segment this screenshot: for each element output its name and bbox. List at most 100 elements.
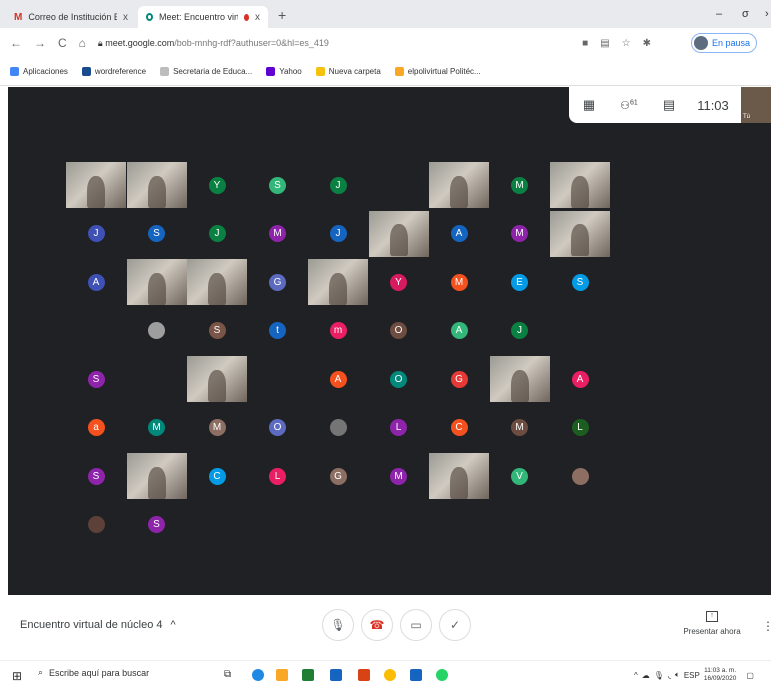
participant-avatar[interactable]: A — [450, 225, 468, 242]
bookmark-wordreference[interactable]: wordreference — [81, 67, 146, 76]
present-now-button[interactable]: ↑ Presentar ahora — [680, 611, 744, 636]
participant-avatar[interactable]: M — [450, 273, 468, 291]
store-icon[interactable] — [330, 669, 342, 681]
participant-avatar[interactable]: a — [87, 419, 105, 436]
excel-icon[interactable] — [302, 669, 314, 681]
participant-avatar[interactable]: M — [390, 467, 407, 485]
participant-avatar[interactable]: A — [450, 322, 468, 339]
bookmark-yahoo[interactable]: Yahoo — [266, 67, 302, 76]
taskbar-search[interactable]: ⌕ Escribe aquí para buscar — [38, 667, 149, 678]
participant-video-tile[interactable] — [368, 210, 429, 257]
participant-avatar[interactable]: Y — [208, 176, 226, 194]
camera-icon[interactable]: ■ — [582, 38, 588, 49]
close-button[interactable]: › — [765, 8, 769, 20]
reload-icon[interactable]: C — [58, 36, 67, 50]
participant-avatar[interactable]: S — [87, 467, 105, 485]
participant-avatar[interactable]: t — [269, 322, 286, 339]
participant-avatar[interactable]: J — [329, 176, 347, 194]
windows-start-icon[interactable]: ⊞ — [12, 669, 22, 683]
participant-video-tile[interactable] — [187, 259, 247, 305]
participant-avatar[interactable]: S — [148, 516, 165, 533]
participant-video-tile[interactable] — [126, 162, 187, 208]
participant-video-tile[interactable] — [429, 453, 489, 499]
participant-avatar[interactable]: V — [511, 467, 528, 485]
participant-video-tile[interactable] — [187, 356, 247, 402]
participant-avatar[interactable]: J — [329, 225, 347, 242]
participant-avatar[interactable] — [87, 516, 105, 533]
participant-avatar[interactable]: A — [87, 273, 105, 291]
volume-icon[interactable]: 🔈︎ — [675, 670, 680, 680]
participant-video-tile[interactable] — [126, 259, 187, 305]
grid-layout-icon[interactable]: ▦ — [569, 97, 609, 113]
participant-avatar[interactable]: A — [329, 370, 347, 388]
check-button[interactable]: ✓ — [439, 609, 471, 641]
participant-avatar[interactable]: L — [571, 419, 589, 436]
microphone-button[interactable]: 🎙︎ — [322, 609, 354, 641]
meeting-details-button[interactable]: Encuentro virtual de núcleo 4 ^ — [20, 619, 176, 631]
participant-avatar[interactable]: O — [269, 419, 286, 436]
people-button[interactable]: ⚇61 — [609, 99, 649, 112]
participant-avatar[interactable]: M — [511, 176, 528, 194]
participant-video-tile[interactable] — [489, 356, 550, 402]
restore-button[interactable]: σ — [742, 8, 749, 20]
participant-video-tile[interactable] — [429, 162, 489, 208]
participant-avatar[interactable] — [571, 467, 589, 485]
word-icon[interactable] — [410, 669, 422, 681]
bookmark-folder[interactable]: Nueva carpeta — [315, 67, 381, 76]
bookmark-secretaria[interactable]: Secretaria de Educa... — [160, 67, 252, 76]
address-field[interactable]: 🔒︎ meet.google.com/bob-mnhg-rdf?authuser… — [98, 38, 329, 49]
participant-avatar[interactable]: J — [511, 322, 528, 339]
participant-avatar[interactable]: S — [148, 225, 165, 242]
participant-avatar[interactable]: M — [208, 419, 226, 436]
participant-avatar[interactable]: S — [571, 273, 589, 291]
participant-avatar[interactable]: C — [450, 419, 468, 436]
chevron-up-icon[interactable]: ^ — [634, 671, 638, 680]
participant-avatar[interactable]: S — [87, 370, 105, 388]
participant-avatar[interactable]: J — [208, 225, 226, 242]
participant-avatar[interactable]: m — [329, 322, 347, 339]
participant-avatar[interactable]: S — [208, 322, 226, 339]
participant-avatar[interactable]: S — [269, 176, 286, 194]
forward-arrow-icon[interactable]: → — [34, 36, 46, 50]
participant-video-tile[interactable] — [550, 210, 610, 257]
participant-avatar[interactable]: O — [390, 322, 407, 339]
extension-icon[interactable]: ✱ — [643, 38, 651, 49]
participant-avatar[interactable]: L — [390, 419, 407, 436]
tab-close-icon[interactable]: x — [123, 12, 128, 23]
wifi-icon[interactable]: ◟ — [668, 671, 671, 680]
participant-video-tile[interactable] — [66, 162, 126, 208]
file-explorer-icon[interactable] — [276, 669, 288, 681]
more-options-icon[interactable]: ⋮ — [762, 619, 771, 633]
profile-button[interactable]: En pausa — [690, 33, 757, 53]
participant-avatar[interactable] — [329, 419, 347, 436]
participant-avatar[interactable]: A — [571, 370, 589, 388]
participant-avatar[interactable]: G — [269, 273, 286, 291]
taskbar-clock[interactable]: 11:03 a. m. 16/09/2020 — [704, 667, 737, 683]
participant-avatar[interactable]: J — [87, 225, 105, 242]
tab-close-icon[interactable]: x — [255, 12, 260, 23]
translate-icon[interactable]: ▤ — [600, 38, 609, 49]
participant-avatar[interactable]: G — [329, 467, 347, 485]
bookmark-elpolivirtual[interactable]: elpolivirtual Politéc... — [394, 67, 481, 76]
participant-avatar[interactable]: M — [511, 225, 528, 242]
language-indicator[interactable]: ESP — [684, 671, 700, 680]
minimize-button[interactable]: – — [716, 8, 722, 20]
home-icon[interactable]: ⌂ — [79, 36, 86, 50]
notifications-icon[interactable]: ▢ — [746, 671, 754, 680]
participant-video-tile[interactable] — [308, 259, 368, 305]
powerpoint-icon[interactable] — [358, 669, 370, 681]
participant-avatar[interactable]: M — [148, 419, 165, 436]
tab-meet[interactable]: Meet: Encuentro virtual de x — [138, 6, 268, 28]
participant-avatar[interactable]: M — [511, 419, 528, 436]
chrome-icon[interactable] — [384, 669, 396, 681]
participant-avatar[interactable]: G — [450, 370, 468, 388]
participant-avatar[interactable]: M — [269, 225, 286, 242]
participant-avatar[interactable]: Y — [390, 273, 407, 291]
hang-up-button[interactable]: ☎︎ — [361, 609, 393, 641]
whatsapp-icon[interactable] — [436, 669, 448, 681]
back-arrow-icon[interactable]: ← — [10, 36, 22, 50]
microphone-icon[interactable]: 🎙︎ — [654, 671, 664, 680]
participant-avatar[interactable]: L — [269, 467, 286, 485]
participant-avatar[interactable]: E — [511, 273, 528, 291]
chat-icon[interactable]: ▤ — [649, 97, 689, 113]
